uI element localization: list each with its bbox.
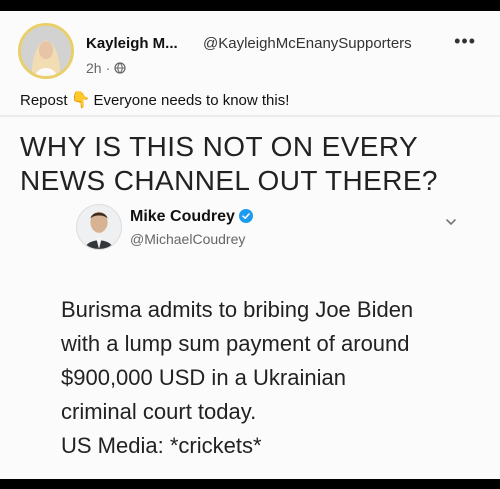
meme-headline: WHY IS THIS NOT ON EVERY NEWS CHANNEL OU… — [20, 130, 490, 198]
tweet-line: Burisma admits to bribing Joe Biden — [61, 297, 414, 322]
headline-line-2: NEWS CHANNEL OUT THERE? — [20, 165, 438, 196]
tweet-avatar-image — [77, 205, 121, 249]
tweet-author-avatar[interactable] — [76, 204, 122, 250]
post-header: Kayleigh M... @KayleighMcEnanySupporters… — [18, 23, 488, 83]
tweet-line: with a lump sum payment of around — [61, 331, 410, 356]
globe-icon — [114, 61, 126, 74]
pointing-down-hand-icon: 👇 — [70, 92, 91, 109]
tweet-line: criminal court today. — [61, 399, 257, 424]
tweet-line: $900,000 USD in a Ukrainian — [61, 365, 346, 390]
tweet-author-name-text: Mike Coudrey — [130, 208, 235, 225]
tweet-author-name[interactable]: Mike Coudrey — [130, 208, 253, 226]
verified-badge-icon — [238, 209, 253, 223]
more-dots-icon[interactable]: ••• — [454, 31, 476, 52]
divider — [0, 115, 500, 117]
repost-caption: Repost 👇 Everyone needs to know this! — [20, 90, 289, 110]
author-handle[interactable]: @KayleighMcEnanySupporters — [203, 35, 412, 52]
meta-separator: · — [105, 60, 111, 76]
bottom-border — [0, 479, 500, 489]
author-avatar[interactable] — [18, 23, 74, 79]
post-time[interactable]: 2h — [86, 60, 102, 76]
author-name[interactable]: Kayleigh M... — [86, 35, 178, 52]
repost-label: Repost — [20, 92, 68, 109]
post-meta: 2h · — [86, 60, 126, 76]
top-border — [0, 0, 500, 11]
headline-line-1: WHY IS THIS NOT ON EVERY — [20, 131, 419, 162]
repost-text: Everyone needs to know this! — [93, 92, 290, 109]
tweet-author-handle[interactable]: @MichaelCoudrey — [130, 231, 245, 247]
chevron-down-icon[interactable] — [444, 215, 458, 229]
tweet-body: Burisma admits to bribing Joe Biden with… — [61, 293, 481, 463]
tweet-line: US Media: *crickets* — [61, 433, 262, 458]
author-avatar-image — [21, 26, 71, 76]
post-card: Kayleigh M... @KayleighMcEnanySupporters… — [0, 11, 500, 479]
